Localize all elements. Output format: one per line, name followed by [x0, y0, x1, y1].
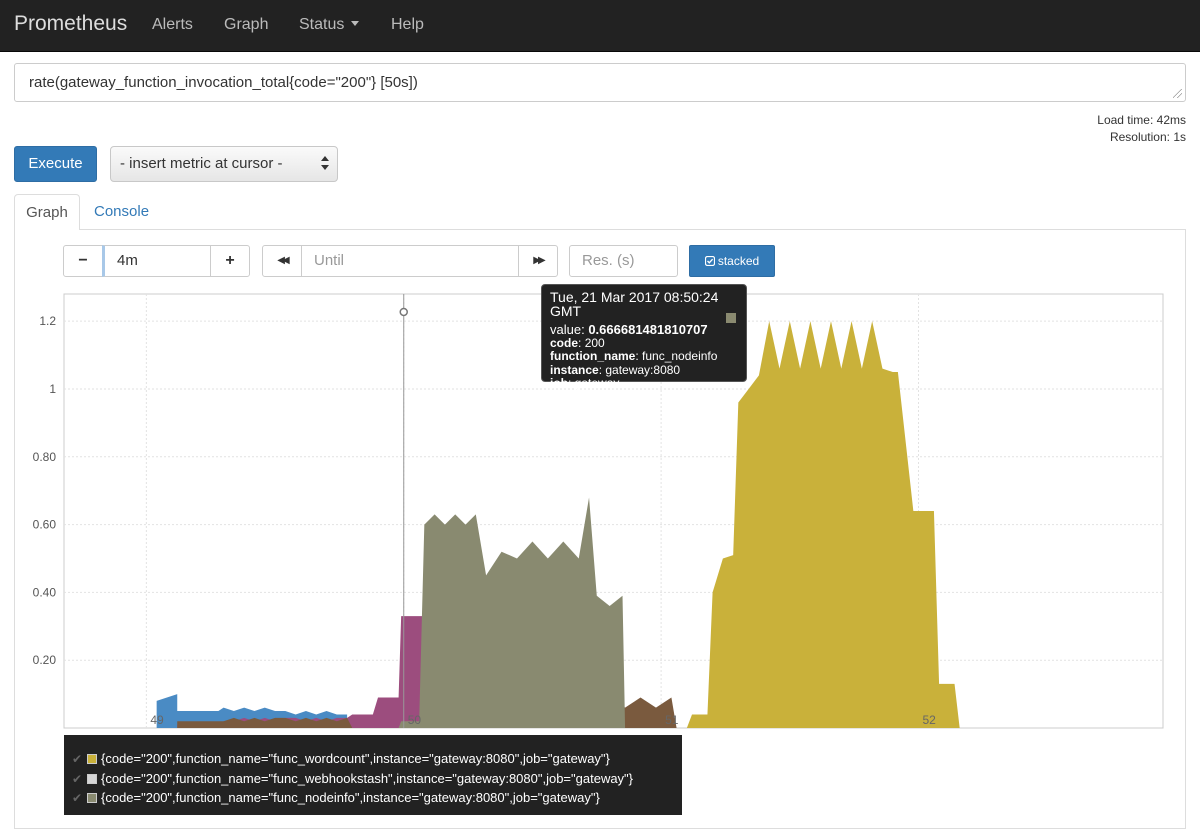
tooltip-key-code: code	[550, 335, 579, 350]
stacked-label: stacked	[717, 254, 760, 268]
tooltip-label-instance: instance: gateway:8080	[550, 362, 681, 377]
legend-item[interactable]: ✔ {code="200",function_name="func_wordcou…	[72, 751, 682, 771]
tooltip-value: 0.666681481810707	[588, 322, 708, 337]
x-tick-label: 49	[150, 713, 164, 727]
range-decrease-button[interactable]: −	[63, 245, 103, 277]
tab-graph[interactable]: Graph	[14, 194, 80, 230]
insert-metric-select[interactable]: - insert metric at cursor -	[110, 146, 338, 182]
y-tick-label: 0.80	[33, 450, 57, 464]
tooltip-key-job: job	[550, 376, 568, 390]
select-arrows-icon	[321, 156, 329, 174]
legend-item[interactable]: ✔ {code="200",function_name="func_webhook…	[72, 771, 682, 791]
nav-help[interactable]: Help	[391, 16, 424, 34]
until-placeholder: Until	[314, 252, 345, 269]
resize-handle-icon[interactable]	[1173, 89, 1182, 98]
y-tick-label: 1.2	[39, 314, 56, 328]
legend-label: {code="200",function_name="func_wordcoun…	[101, 751, 610, 766]
time-back-button[interactable]: ◀◀	[262, 245, 302, 277]
tooltip-val-instance: gateway:8080	[605, 362, 681, 377]
check-icon: ✔	[72, 771, 83, 786]
resolution-placeholder: Res. (s)	[582, 252, 635, 269]
legend-label: {code="200",function_name="func_webhooks…	[101, 770, 634, 786]
expression-input[interactable]: rate(gateway_function_invocation_total{c…	[14, 63, 1186, 102]
tooltip-label-function: function_name: func_nodeinfo	[550, 349, 718, 363]
tooltip-series-swatch	[726, 313, 736, 323]
hover-tooltip: Tue, 21 Mar 2017 08:50:24 GMT value: 0.6…	[541, 284, 747, 390]
tooltip-val-job: gateway	[574, 376, 620, 390]
check-icon: ✔	[72, 752, 83, 766]
resolution-input[interactable]: Res. (s)	[569, 245, 678, 277]
insert-metric-select-value: - insert metric at cursor -	[120, 155, 283, 172]
tooltip-label-code: code: 200	[550, 335, 605, 350]
range-input[interactable]: 4m	[102, 245, 212, 277]
y-tick-label: 0.20	[33, 653, 57, 667]
tooltip-val-function: func_nodeinfo	[642, 349, 718, 363]
x-tick-label: 51	[665, 713, 679, 727]
tooltip-timestamp: Tue, 21 Mar 2017 08:50:24 GMT	[550, 289, 719, 319]
until-input[interactable]: Until	[301, 245, 519, 277]
legend-swatch	[87, 793, 97, 803]
time-forward-button[interactable]: ▶▶	[518, 245, 558, 277]
tooltip-key-function: function_name	[550, 349, 636, 363]
x-tick-label: 52	[922, 713, 936, 727]
resolution: Resolution: 1s	[1109, 130, 1186, 144]
tooltip-val-code: 200	[584, 335, 605, 350]
navbar: Prometheus Alerts Graph Status Help	[0, 0, 1200, 52]
stacked-toggle-button[interactable]: stacked	[689, 245, 775, 277]
load-time: Load time: 42ms	[1097, 113, 1186, 127]
tooltip-value-row: value: 0.666681481810707	[550, 323, 738, 337]
tab-console[interactable]: Console	[94, 203, 149, 220]
chart-legend: ✔ {code="200",function_name="func_wordcou…	[64, 735, 682, 815]
y-tick-label: 0.40	[33, 585, 57, 599]
nav-status[interactable]: Status	[299, 16, 360, 34]
y-tick-label: 1	[49, 382, 56, 396]
nav-status-label: Status	[299, 16, 345, 33]
hover-point	[399, 307, 408, 317]
range-increase-button[interactable]: +	[210, 245, 250, 277]
brand-logo[interactable]: Prometheus	[14, 12, 127, 36]
legend-swatch	[87, 773, 97, 784]
legend-item[interactable]: ✔ {code="200",function_name="func_nodeinf…	[72, 790, 682, 810]
tooltip-key-instance: instance	[550, 362, 599, 377]
nav-graph[interactable]: Graph	[224, 16, 268, 34]
legend-swatch	[87, 754, 97, 764]
chevron-down-icon	[351, 21, 360, 26]
tooltip-label-job: job: gateway	[550, 376, 620, 390]
check-icon: ✔	[72, 791, 83, 805]
check-square-icon	[704, 255, 715, 267]
rewind-icon: ◀◀	[277, 255, 290, 266]
expression-text: rate(gateway_function_invocation_total{c…	[29, 74, 418, 91]
execute-button[interactable]: Execute	[14, 146, 97, 182]
legend-label: {code="200",function_name="func_nodeinfo…	[101, 790, 600, 805]
fast-forward-icon: ▶▶	[533, 255, 546, 266]
x-tick-label: 50	[408, 713, 422, 727]
y-tick-label: 0.60	[33, 518, 57, 532]
nav-alerts[interactable]: Alerts	[152, 16, 193, 34]
